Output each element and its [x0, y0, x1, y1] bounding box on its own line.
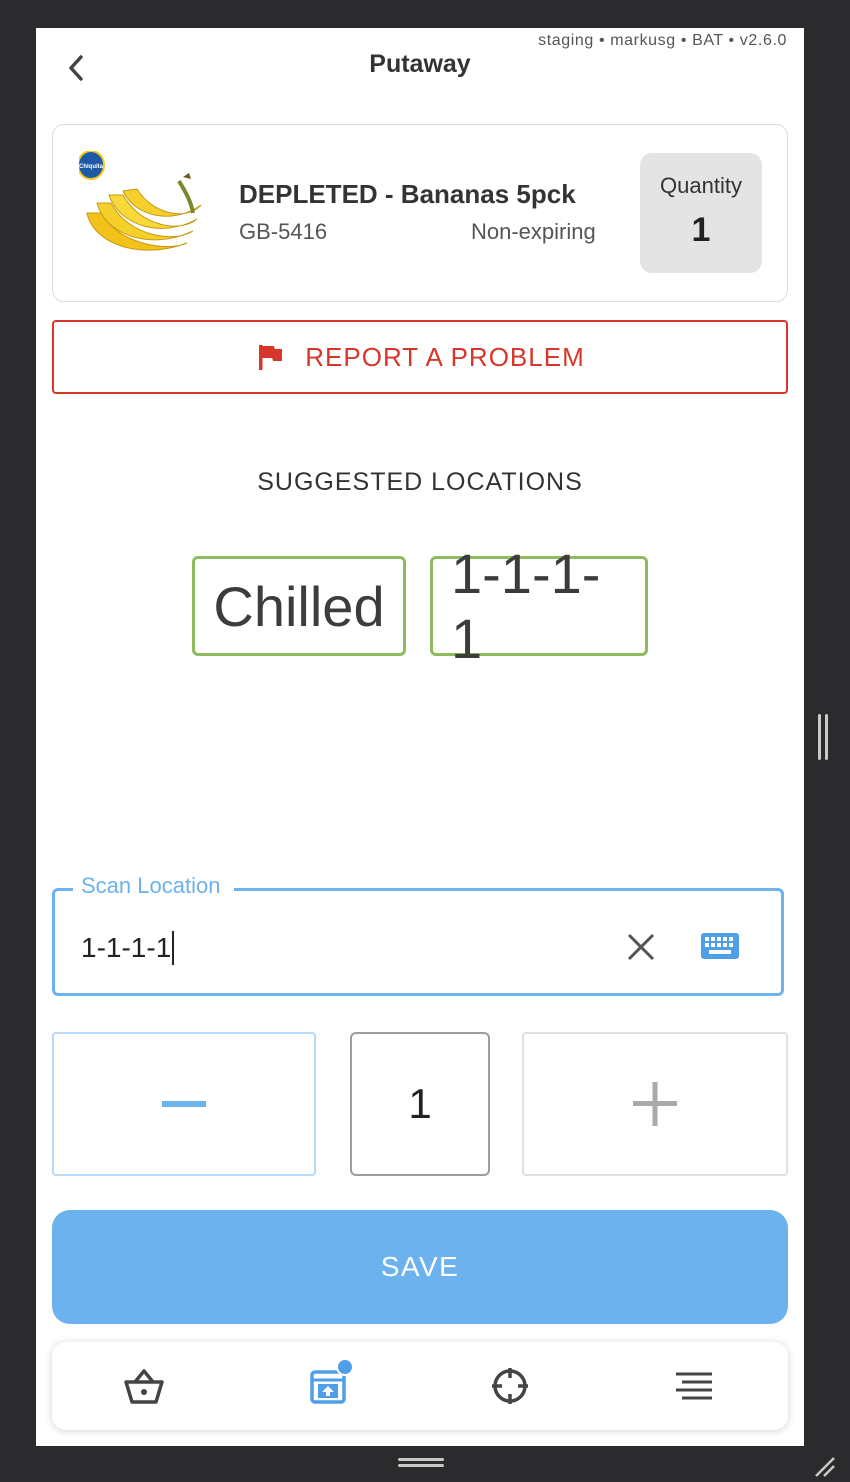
quantity-box: Quantity 1: [640, 153, 762, 273]
environment-info: staging • markusg • BAT • v2.6.0: [538, 32, 787, 49]
quantity-value: 1: [691, 211, 711, 249]
save-button[interactable]: SAVE: [52, 1210, 788, 1324]
product-name: DEPLETED - Bananas 5pck: [239, 179, 576, 209]
suggested-locations-title: SUGGESTED LOCATIONS: [257, 468, 583, 496]
basket-icon: [124, 1369, 164, 1404]
bananas-image: Chiquita: [79, 151, 202, 251]
quantity-label: Quantity: [660, 173, 742, 198]
scan-location-label: Scan Location: [73, 873, 235, 899]
chiquita-logo: Chiquita: [79, 164, 104, 170]
page-title: Putaway: [369, 50, 471, 78]
keyboard-icon[interactable]: [699, 929, 741, 963]
nav-item-basket[interactable]: [122, 1364, 166, 1408]
location-chip-1-1-1-1[interactable]: 1-1-1-1: [430, 542, 648, 670]
report-problem-label: REPORT A PROBLEM: [305, 341, 585, 372]
side-drag-handle[interactable]: [816, 712, 830, 762]
increase-quantity-button[interactable]: [522, 1032, 788, 1176]
product-expiry: Non-expiring: [471, 219, 596, 244]
scan-location-field[interactable]: Scan Location 1-1-1-1: [52, 873, 784, 996]
menu-icon: [676, 1372, 712, 1400]
report-problem-button[interactable]: REPORT A PROBLEM: [52, 320, 788, 394]
suggested-locations-list: Chilled 1-1-1-1: [36, 542, 804, 670]
bottom-drag-handle[interactable]: [398, 1458, 444, 1468]
crosshair-icon: [492, 1368, 528, 1404]
quantity-stepper-value[interactable]: 1: [350, 1032, 490, 1176]
notification-badge: [336, 1358, 354, 1376]
close-icon[interactable]: [621, 927, 661, 967]
bottom-navigation: [52, 1342, 788, 1430]
plus-icon: [633, 1082, 677, 1126]
location-chip-chilled[interactable]: Chilled: [192, 556, 406, 656]
app-screen: staging • markusg • BAT • v2.6.0 Putaway…: [36, 28, 804, 1446]
decrease-quantity-button[interactable]: [52, 1032, 316, 1176]
save-label: SAVE: [380, 1251, 460, 1282]
resize-corner-icon[interactable]: [812, 1454, 836, 1478]
flag-icon: [259, 345, 283, 370]
minus-icon: [162, 1101, 206, 1107]
window-bottom-bar: [0, 1446, 850, 1482]
product-card: Chiquita DEPLETED - Bananas 5pck GB-5416…: [52, 124, 788, 302]
nav-item-menu[interactable]: [672, 1364, 716, 1408]
window-top-bar: [0, 0, 850, 28]
scan-location-input[interactable]: 1-1-1-1: [81, 931, 175, 965]
nav-item-target[interactable]: [488, 1364, 532, 1408]
nav-item-putaway[interactable]: [306, 1358, 354, 1408]
product-code: GB-5416: [239, 219, 328, 244]
